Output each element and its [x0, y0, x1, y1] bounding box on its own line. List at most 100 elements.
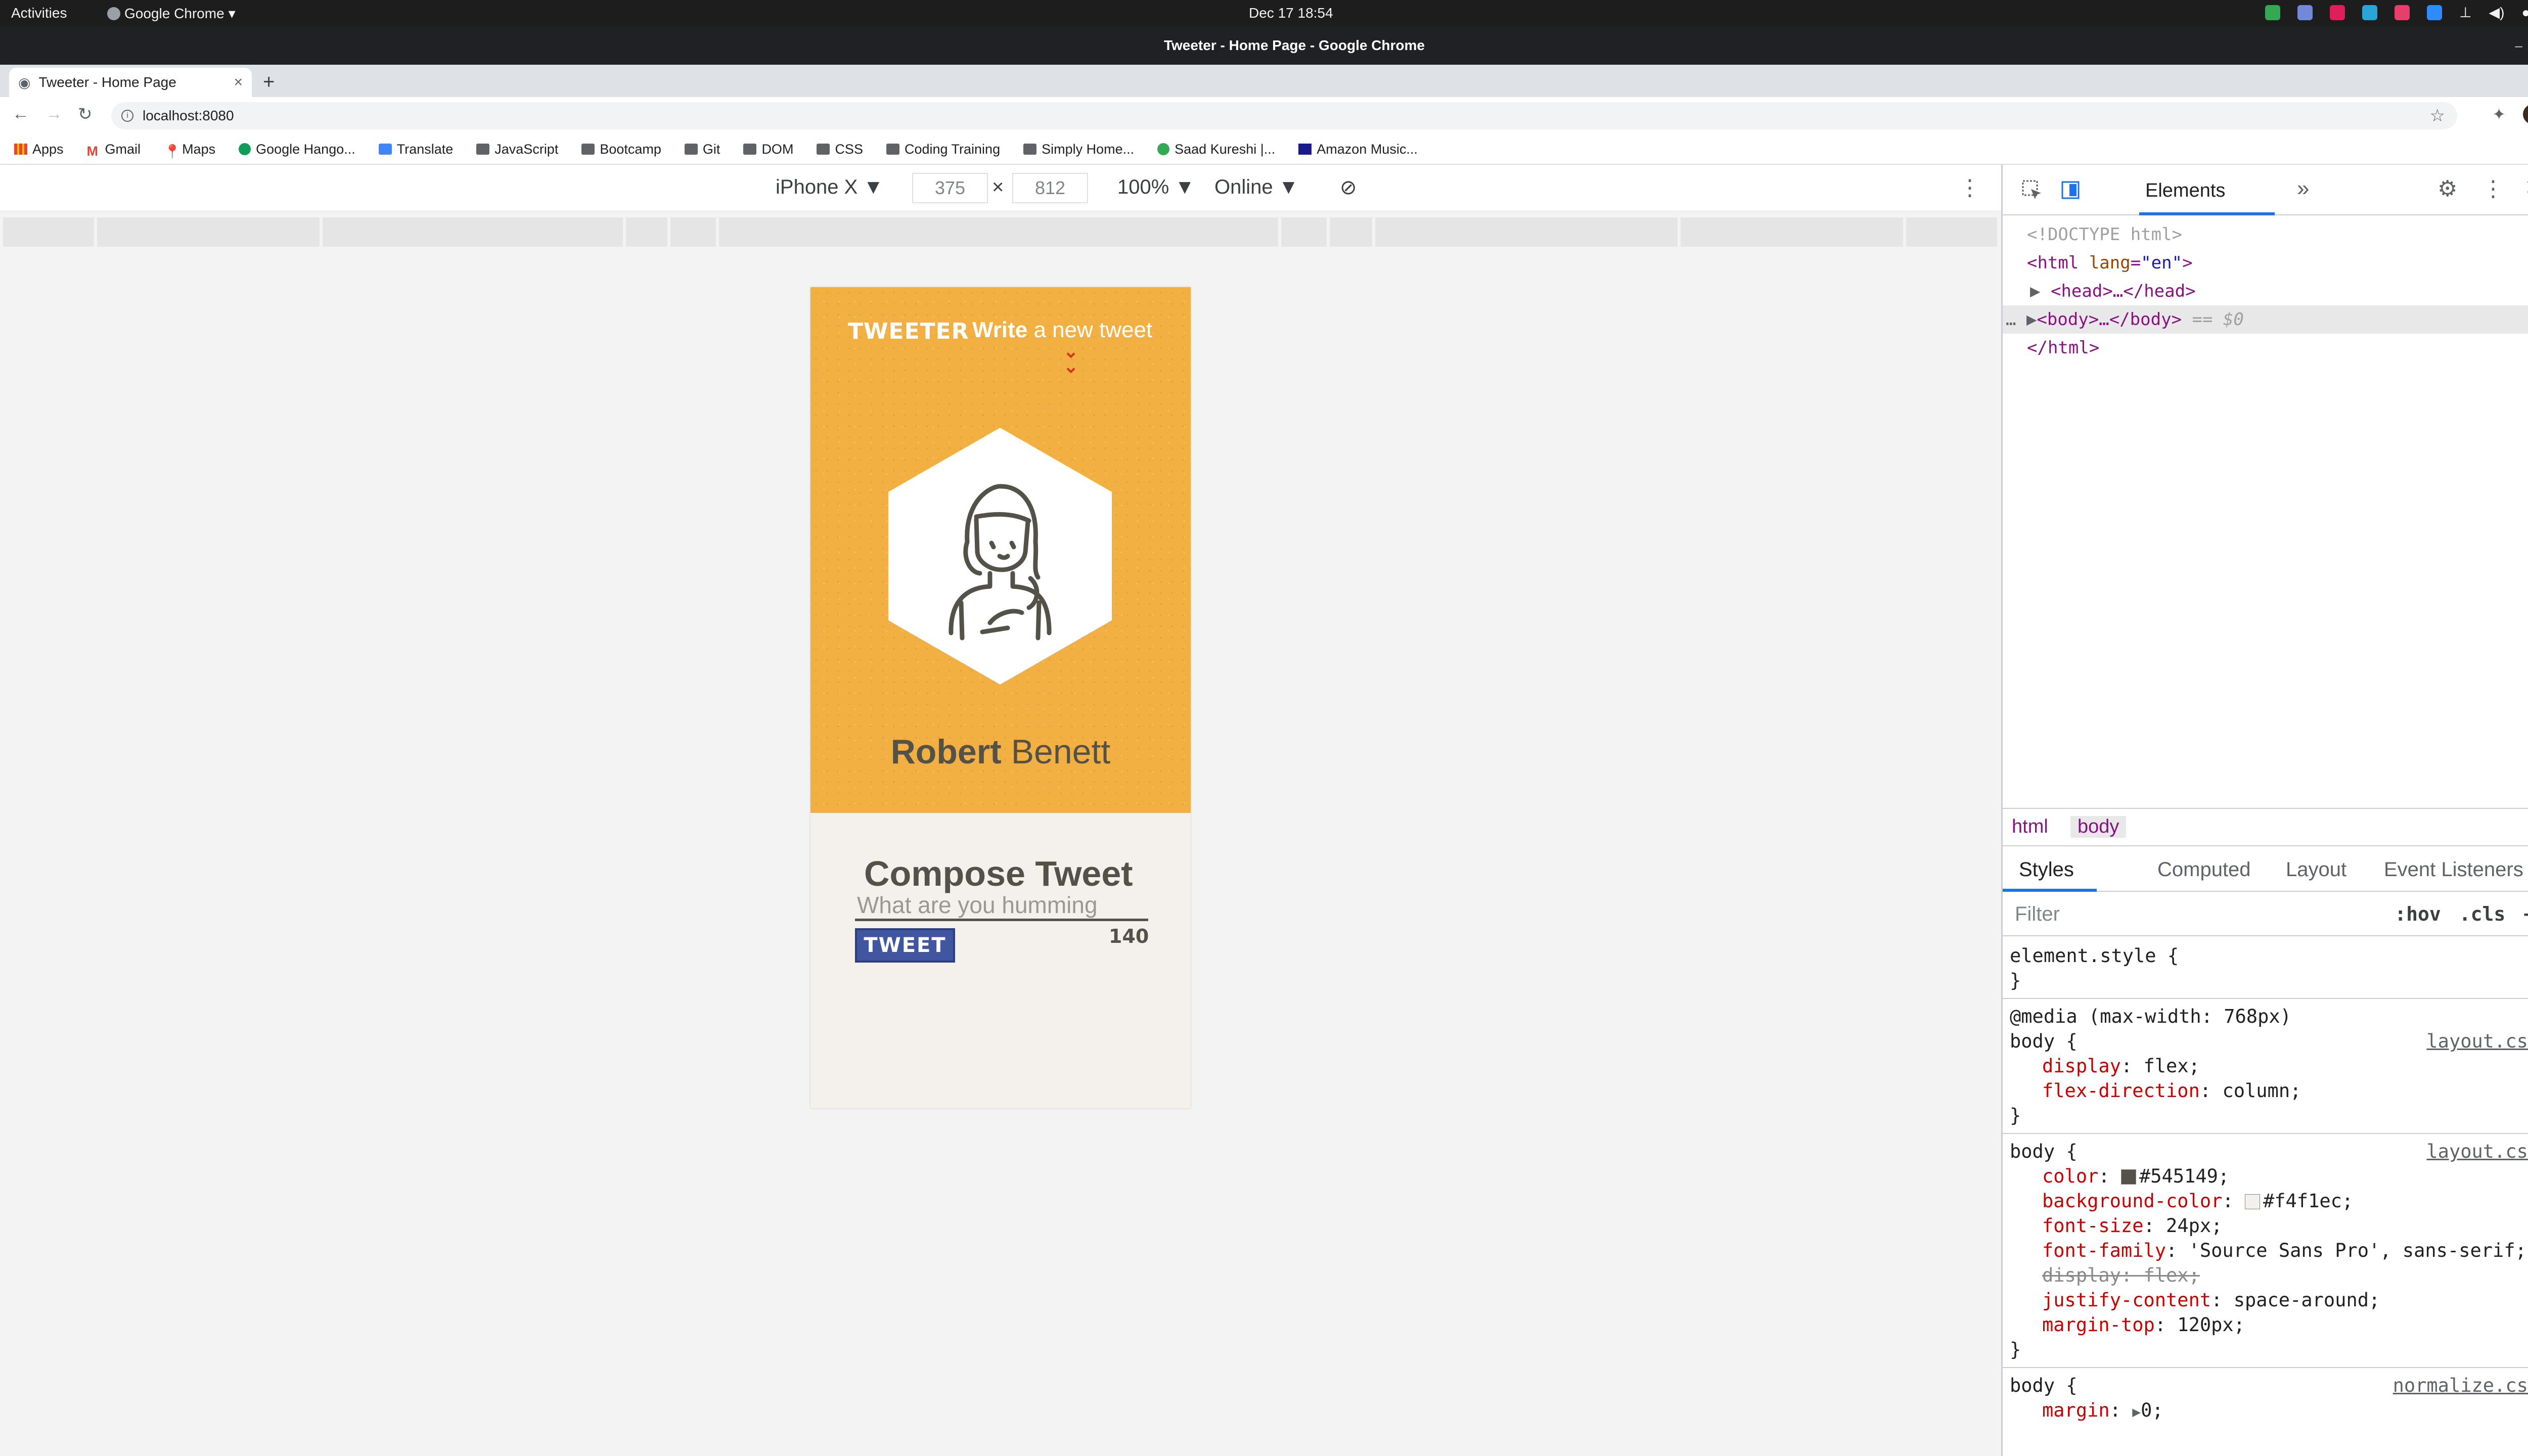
- profile-avatar[interactable]: [2523, 104, 2528, 124]
- zoom-icon[interactable]: [2427, 5, 2443, 20]
- style-declaration[interactable]: background-color: #f4f1ec;: [2010, 1189, 2528, 1213]
- close-tab-icon[interactable]: ×: [234, 74, 243, 91]
- address-bar[interactable]: i localhost:8080 ☆: [111, 102, 2457, 129]
- add-rule-icon[interactable]: +: [2523, 903, 2528, 925]
- app-tray-icon-2[interactable]: [2395, 5, 2410, 20]
- media-query-ruler[interactable]: [3, 217, 1998, 247]
- color-swatch-icon[interactable]: [2244, 1194, 2260, 1209]
- bookmark-javascript[interactable]: JavaScript: [476, 142, 558, 157]
- new-tab-icon[interactable]: +: [263, 71, 275, 94]
- bookmark-git[interactable]: Git: [684, 142, 720, 157]
- network-throttle-select[interactable]: Online ▼: [1214, 176, 1298, 199]
- style-declaration[interactable]: justify-content: space-around;: [2010, 1288, 2528, 1312]
- bookmark-simply-home[interactable]: Simply Home...: [1023, 142, 1134, 157]
- breadcrumb-html[interactable]: html: [2012, 816, 2048, 838]
- dom-html-close[interactable]: </html>: [2003, 334, 2528, 362]
- discord-icon[interactable]: [2297, 5, 2313, 20]
- overridden-declaration[interactable]: display: flex;: [2010, 1263, 2528, 1288]
- tab-styles[interactable]: Styles: [2019, 858, 2074, 881]
- rule-source-link[interactable]: layout.css:17: [2426, 1139, 2528, 1164]
- device-height-input[interactable]: 812: [1012, 173, 1088, 203]
- tweet-button[interactable]: TWEET: [855, 928, 955, 963]
- rule-selector[interactable]: body {: [2010, 1141, 2078, 1162]
- zoom-select[interactable]: 100% ▼: [1117, 176, 1195, 199]
- shield-icon[interactable]: [2265, 5, 2281, 20]
- expand-triangle-icon[interactable]: ▶: [2026, 309, 2037, 330]
- bookmark-star-icon[interactable]: ☆: [2430, 106, 2445, 126]
- rule-selector[interactable]: element.style {: [2010, 943, 2528, 968]
- volume-icon[interactable]: ◀): [2489, 4, 2505, 21]
- chevron-double-down-icon[interactable]: ⌄ ⌄: [1063, 342, 1078, 376]
- ellipsis-icon[interactable]: …: [2006, 309, 2016, 330]
- extensions-puzzle-icon[interactable]: ✦: [2492, 105, 2506, 124]
- slack-icon[interactable]: [2330, 5, 2345, 20]
- expand-triangle-icon[interactable]: ▶: [2132, 1403, 2141, 1420]
- bookmark-css[interactable]: CSS: [817, 142, 863, 157]
- styles-filter-input[interactable]: Filter: [2015, 903, 2060, 926]
- minimize-icon[interactable]: –: [2515, 35, 2522, 56]
- hover-state-button[interactable]: :hov: [2395, 903, 2441, 925]
- brand-logo[interactable]: TWEETER: [848, 318, 969, 344]
- bookmark-translate[interactable]: Translate: [378, 142, 453, 157]
- style-declaration[interactable]: font-size: 24px;: [2010, 1213, 2528, 1238]
- device-toolbar-menu-icon[interactable]: ⋮: [1959, 175, 1981, 201]
- devtools-menu-icon[interactable]: ⋮: [2482, 176, 2504, 202]
- style-declaration[interactable]: flex-direction: column;: [2010, 1078, 2528, 1103]
- style-declaration[interactable]: display: flex;: [2010, 1054, 2528, 1078]
- bookmark-maps[interactable]: 📍 Maps: [164, 142, 215, 160]
- expand-triangle-icon[interactable]: ▶: [2030, 281, 2040, 301]
- app-menu[interactable]: Google Chrome ▾: [107, 5, 236, 22]
- dom-body-node[interactable]: … ▶<body>…</body> == $0: [2003, 305, 2528, 334]
- color-swatch-icon[interactable]: [2120, 1169, 2136, 1185]
- back-arrow-icon[interactable]: ←: [12, 104, 29, 124]
- forward-arrow-icon[interactable]: →: [46, 104, 63, 124]
- rule-source-link[interactable]: layout.css:39: [2426, 1029, 2528, 1054]
- app-tray-icon[interactable]: [2362, 5, 2378, 20]
- omnibox-actions: ✦ ⋮: [2492, 104, 2528, 124]
- rule-source-link[interactable]: normalize.css:24: [2393, 1373, 2528, 1398]
- inspect-element-icon[interactable]: [2021, 179, 2043, 201]
- rotate-icon[interactable]: ⊘: [1340, 176, 1357, 199]
- filter-buttons: :hov .cls + ◧: [2395, 903, 2528, 925]
- settings-gear-icon[interactable]: ⚙: [2437, 176, 2457, 202]
- tab-layout[interactable]: Layout: [2286, 858, 2346, 881]
- bookmark-gmail[interactable]: M Gmail: [87, 142, 141, 159]
- device-select[interactable]: iPhone X ▼: [776, 176, 883, 199]
- close-devtools-icon[interactable]: ✕: [2524, 175, 2528, 201]
- network-icon[interactable]: ⊥: [2459, 4, 2471, 21]
- device-toggle-icon[interactable]: [2059, 179, 2082, 201]
- more-tabs-icon[interactable]: »: [2297, 176, 2309, 201]
- style-declaration[interactable]: margin: ▶0;: [2010, 1398, 2528, 1424]
- tab-event-listeners[interactable]: Event Listeners: [2384, 858, 2523, 881]
- tab-tweeter[interactable]: ◉ Tweeter - Home Page ×: [9, 68, 252, 97]
- bookmark-apps[interactable]: Apps: [14, 142, 64, 157]
- dom-head-node[interactable]: ▶ <head>…</head>: [2003, 277, 2528, 305]
- bookmark-saad-kureshi[interactable]: Saad Kureshi |...: [1157, 142, 1275, 157]
- emulated-page: TWEETER Write a new tweet ⌄ ⌄ Robert Ben…: [810, 287, 1191, 1108]
- rule-selector[interactable]: body {: [2010, 1375, 2078, 1396]
- style-declaration[interactable]: color: #545149;: [2010, 1164, 2528, 1189]
- breadcrumb-body[interactable]: body: [2070, 816, 2127, 838]
- class-toggle-button[interactable]: .cls: [2459, 903, 2506, 925]
- site-info-icon[interactable]: i: [121, 110, 133, 122]
- activities-button[interactable]: Activities: [11, 5, 67, 21]
- address-text[interactable]: localhost:8080: [143, 108, 234, 124]
- device-width-input[interactable]: 375: [912, 173, 988, 203]
- system-clock[interactable]: Dec 17 18:54: [1249, 5, 1333, 21]
- bookmark-hangouts[interactable]: Google Hango...: [239, 142, 355, 157]
- microphone-icon[interactable]: ●: [2521, 5, 2528, 21]
- tweet-input[interactable]: [855, 891, 1148, 921]
- tab-computed[interactable]: Computed: [2157, 858, 2251, 881]
- write-new-tweet-toggle[interactable]: Write a new tweet: [972, 317, 1152, 343]
- bookmark-coding-training[interactable]: Coding Training: [886, 142, 1000, 157]
- style-declaration[interactable]: font-family: 'Source Sans Pro', sans-ser…: [2010, 1238, 2528, 1263]
- dom-html-node[interactable]: <html lang="en">: [2003, 249, 2528, 277]
- bookmark-bootcamp[interactable]: Bootcamp: [581, 142, 661, 157]
- bookmark-amazon-music[interactable]: Amazon Music...: [1298, 142, 1418, 157]
- bookmark-dom[interactable]: DOM: [743, 142, 793, 157]
- reload-icon[interactable]: ↻: [78, 104, 93, 124]
- rule-selector[interactable]: body {: [2010, 1030, 2078, 1052]
- style-declaration[interactable]: margin-top: 120px;: [2010, 1312, 2528, 1337]
- tab-elements[interactable]: Elements: [2145, 180, 2225, 202]
- dom-doctype[interactable]: <!DOCTYPE html>: [2003, 220, 2528, 249]
